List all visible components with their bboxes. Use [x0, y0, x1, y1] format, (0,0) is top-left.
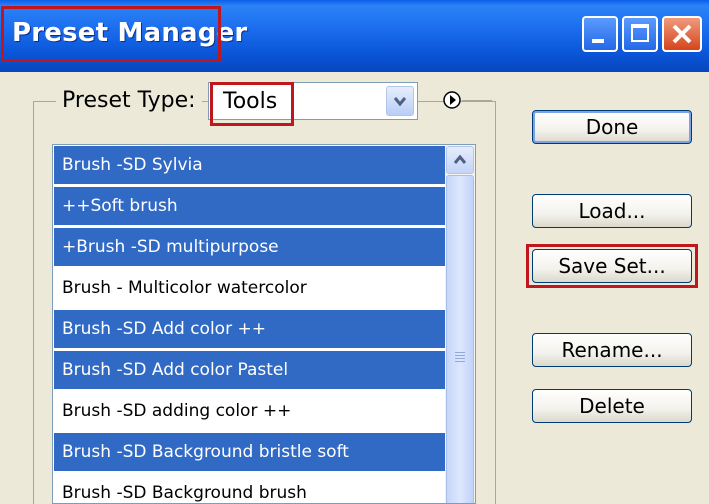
scroll-up-button[interactable] — [446, 146, 474, 174]
close-icon — [672, 24, 692, 44]
list-item[interactable]: ++Soft brush — [54, 187, 445, 225]
list-item[interactable]: Brush -SD Background bristle soft — [54, 433, 445, 471]
vertical-scrollbar[interactable] — [445, 145, 475, 503]
list-item[interactable]: Brush -SD adding color ++ — [54, 392, 445, 430]
list-item[interactable]: +Brush -SD multipurpose — [54, 228, 445, 266]
done-button[interactable]: Done — [532, 110, 692, 144]
menu-divider — [462, 100, 492, 101]
preset-list[interactable]: Brush -SD Sylvia ++Soft brush +Brush -SD m… — [52, 144, 476, 504]
load-button[interactable]: Load... — [532, 194, 692, 228]
scroll-grip-line — [455, 358, 465, 359]
delete-button[interactable]: Delete — [532, 389, 692, 423]
title-highlight-box — [1, 6, 221, 62]
list-item[interactable]: Brush -SD Add color Pastel — [54, 351, 445, 389]
minimize-button[interactable] — [582, 16, 618, 52]
maximize-button[interactable] — [622, 16, 658, 52]
list-item[interactable]: Brush -SD Sylvia — [54, 146, 445, 184]
chevron-up-icon — [453, 154, 467, 164]
preset-type-label: Preset Type: — [56, 88, 202, 113]
panel-menu-icon[interactable] — [442, 90, 462, 110]
rename-button[interactable]: Rename... — [532, 333, 692, 367]
scroll-grip-line — [455, 352, 465, 353]
chevron-down-icon — [393, 97, 407, 107]
preset-type-dropdown-button[interactable] — [386, 86, 414, 116]
close-button[interactable] — [662, 16, 702, 52]
save-set-highlight-box — [526, 244, 698, 288]
preset-type-highlight-box — [210, 82, 294, 126]
scroll-grip-line — [455, 361, 465, 362]
list-item[interactable]: Brush -SD Add color ++ — [54, 310, 445, 348]
list-item[interactable]: Brush -SD Background brush — [54, 474, 445, 503]
scroll-thumb[interactable] — [446, 175, 474, 503]
list-item[interactable]: Brush - Multicolor watercolor — [54, 269, 445, 307]
scroll-grip-line — [455, 355, 465, 356]
preset-manager-window: Preset Manager Preset Type: Tools Brush … — [0, 0, 709, 504]
